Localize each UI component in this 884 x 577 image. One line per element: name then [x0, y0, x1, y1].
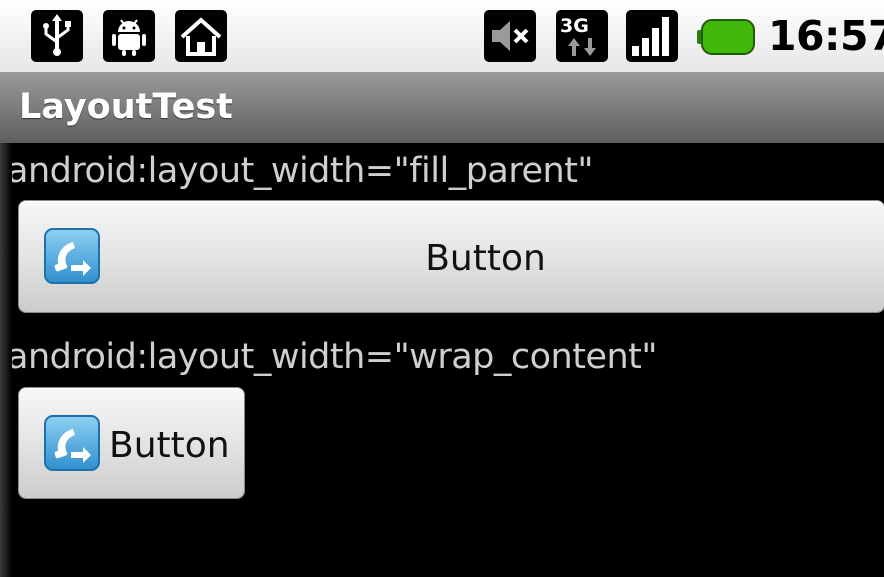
content-area: android:layout_width="fill_parent" Butto… — [0, 143, 884, 577]
title-bar: LayoutTest — [0, 72, 884, 143]
edge-shadow — [0, 143, 12, 577]
fill-parent-button[interactable]: Button — [19, 201, 884, 312]
signal-icon — [626, 10, 678, 62]
app-title: LayoutTest — [19, 87, 233, 127]
home-icon — [175, 10, 227, 62]
android-debug-icon — [103, 10, 155, 62]
status-clock: 16:57 — [768, 12, 884, 60]
3g-data-icon: 3G — [556, 10, 608, 62]
wrap-content-button-label: Button — [109, 425, 230, 466]
wrap-content-label: android:layout_width="wrap_content" — [7, 337, 658, 377]
battery-icon — [697, 19, 755, 55]
wrap-content-button[interactable]: Button — [19, 388, 244, 498]
status-bar: 3G 16:57 — [0, 0, 884, 72]
svg-text:3G: 3G — [560, 15, 589, 37]
phone-forward-icon — [43, 414, 101, 472]
mute-icon — [484, 10, 536, 62]
usb-icon — [31, 10, 83, 62]
fill-parent-label: android:layout_width="fill_parent" — [7, 151, 594, 191]
fill-parent-button-label: Button — [425, 238, 546, 279]
